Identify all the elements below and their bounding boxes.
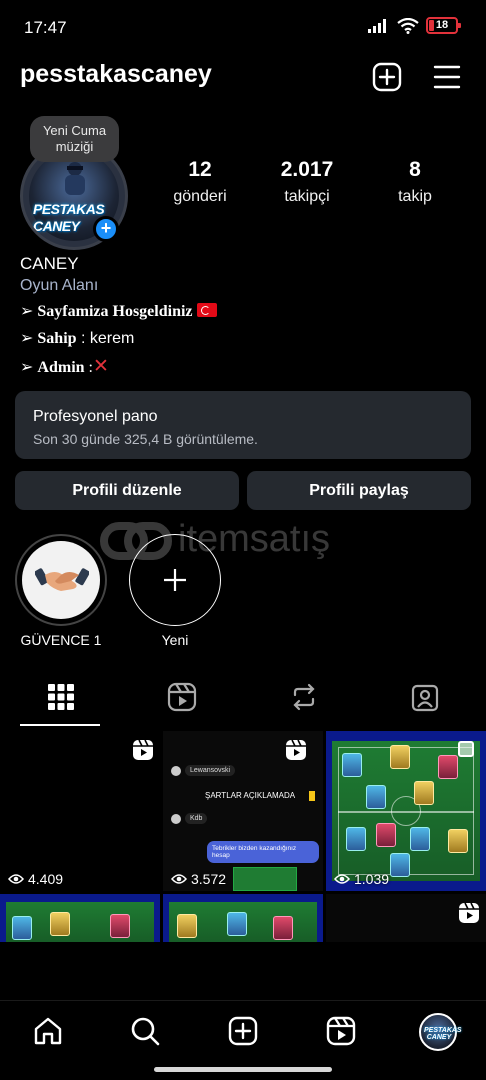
turkey-flag-icon xyxy=(196,303,217,317)
professional-dashboard[interactable]: Profesyonel pano Son 30 günde 325,4 B gö… xyxy=(15,391,471,459)
posts-stat[interactable]: 12 gönderi xyxy=(150,158,250,206)
status-bar: 17:47 18 xyxy=(0,0,486,54)
menu-icon[interactable] xyxy=(432,62,462,92)
bio-line-2: ➢ Sahip : kerem xyxy=(20,328,134,348)
bio-line-1: ➢ Sayfamiza Hosgeldiniz xyxy=(20,301,217,321)
tagged-tab-icon[interactable] xyxy=(410,682,440,712)
avatar-figure xyxy=(65,162,85,195)
reels-icon[interactable] xyxy=(325,1015,357,1047)
post-views: 3.572 xyxy=(171,871,226,887)
eye-icon xyxy=(334,874,350,884)
edit-profile-button[interactable]: Profili düzenle xyxy=(15,471,239,510)
bio-text: Sahip xyxy=(37,330,77,347)
bio-text-rest: : kerem xyxy=(76,330,135,347)
chat-text: Kdb xyxy=(185,813,208,824)
highlight-guvence[interactable] xyxy=(15,534,107,626)
home-indicator xyxy=(154,1067,332,1072)
post-thumbnail[interactable]: 4.409 xyxy=(0,731,160,891)
dashboard-subtitle: Son 30 günde 325,4 B görüntüleme. xyxy=(33,431,258,447)
post-thumbnail[interactable] xyxy=(0,894,160,942)
bio-arrow: ➢ xyxy=(20,303,34,320)
bio-arrow: ➢ xyxy=(20,330,34,347)
status-icons: 18 xyxy=(368,17,461,34)
battery-icon: 18 xyxy=(426,17,461,34)
chat-message: Kdb xyxy=(171,813,208,824)
share-profile-button[interactable]: Profili paylaş xyxy=(247,471,471,510)
bio-line-3: ➢ Admin :✕ xyxy=(20,355,109,377)
reels-tab-icon[interactable] xyxy=(167,682,197,712)
bio-text: Sayfamiza Hosgeldiniz xyxy=(37,303,193,320)
chat-message: Lewansovski xyxy=(171,765,236,776)
eye-icon xyxy=(8,874,24,884)
profile-name: CANEY xyxy=(20,254,79,273)
bio-text-rest: : xyxy=(84,359,93,376)
followers-count: 2.017 xyxy=(280,158,334,181)
grid-tab-icon[interactable] xyxy=(46,682,76,712)
post-views-count: 1.039 xyxy=(354,871,390,887)
plus-icon xyxy=(164,569,186,591)
profile-username[interactable]: pesstakascaney xyxy=(20,60,212,89)
dashboard-title: Profesyonel pano xyxy=(33,408,158,425)
reel-icon xyxy=(286,739,306,760)
reel-icon xyxy=(133,739,153,760)
followers-label: takipçi xyxy=(284,188,330,205)
wifi-icon xyxy=(397,17,419,34)
add-story-button[interactable]: + xyxy=(93,216,119,242)
chat-text: Tebrikler bizden kazandığınız hesap xyxy=(207,841,319,863)
home-icon[interactable] xyxy=(32,1015,64,1047)
posts-label: gönderi xyxy=(173,188,227,205)
profile-category: Oyun Alanı xyxy=(20,277,99,294)
nav-avatar-text: PESTAKAS CANEY xyxy=(424,1027,462,1041)
active-tab-indicator xyxy=(20,724,100,726)
post-thumbnail[interactable]: 1.039 xyxy=(326,731,486,891)
following-stat[interactable]: 8 takip xyxy=(365,158,465,206)
following-count: 8 xyxy=(409,158,421,181)
status-time: 17:47 xyxy=(24,18,67,37)
post-thumbnail[interactable]: Lewansovski ŞARTLAR AÇIKLAMADA Kdb Tebri… xyxy=(163,731,323,891)
post-thumbnail[interactable] xyxy=(326,894,486,942)
post-views-count: 4.409 xyxy=(28,871,64,887)
cross-mark-icon: ✕ xyxy=(92,355,109,377)
posts-count: 12 xyxy=(188,158,212,181)
chat-text: Lewansovski xyxy=(185,765,236,776)
followers-stat[interactable]: 2.017 takipçi xyxy=(257,158,357,206)
search-icon[interactable] xyxy=(129,1015,161,1047)
highlight-label: Yeni xyxy=(161,632,189,648)
handshake-icon xyxy=(35,568,89,591)
reposts-tab-icon[interactable] xyxy=(289,682,319,712)
carousel-icon xyxy=(458,741,474,757)
squad-preview xyxy=(233,867,297,891)
following-label: takip xyxy=(398,188,432,205)
bio-text: Admin xyxy=(37,359,85,376)
new-highlight-button[interactable] xyxy=(129,534,221,626)
highlight-label: GÜVENCE 1 xyxy=(20,632,102,648)
profile-avatar-nav[interactable]: PESTAKAS CANEY xyxy=(419,1013,462,1051)
battery-level: 18 xyxy=(435,19,449,31)
profile-note[interactable]: Yeni Cuma müziği xyxy=(30,116,119,162)
signal-icon xyxy=(368,18,386,33)
create-icon[interactable] xyxy=(227,1015,259,1047)
eye-icon xyxy=(171,874,187,884)
post-views: 1.039 xyxy=(334,871,389,887)
post-views-count: 3.572 xyxy=(191,871,227,887)
reel-icon xyxy=(459,902,479,923)
post-thumbnail[interactable] xyxy=(163,894,323,942)
create-post-icon[interactable] xyxy=(372,62,402,92)
bio-arrow: ➢ xyxy=(20,359,34,376)
post-views: 4.409 xyxy=(8,871,63,887)
flag-icon xyxy=(309,791,315,801)
chat-text: ŞARTLAR AÇIKLAMADA xyxy=(205,791,296,800)
